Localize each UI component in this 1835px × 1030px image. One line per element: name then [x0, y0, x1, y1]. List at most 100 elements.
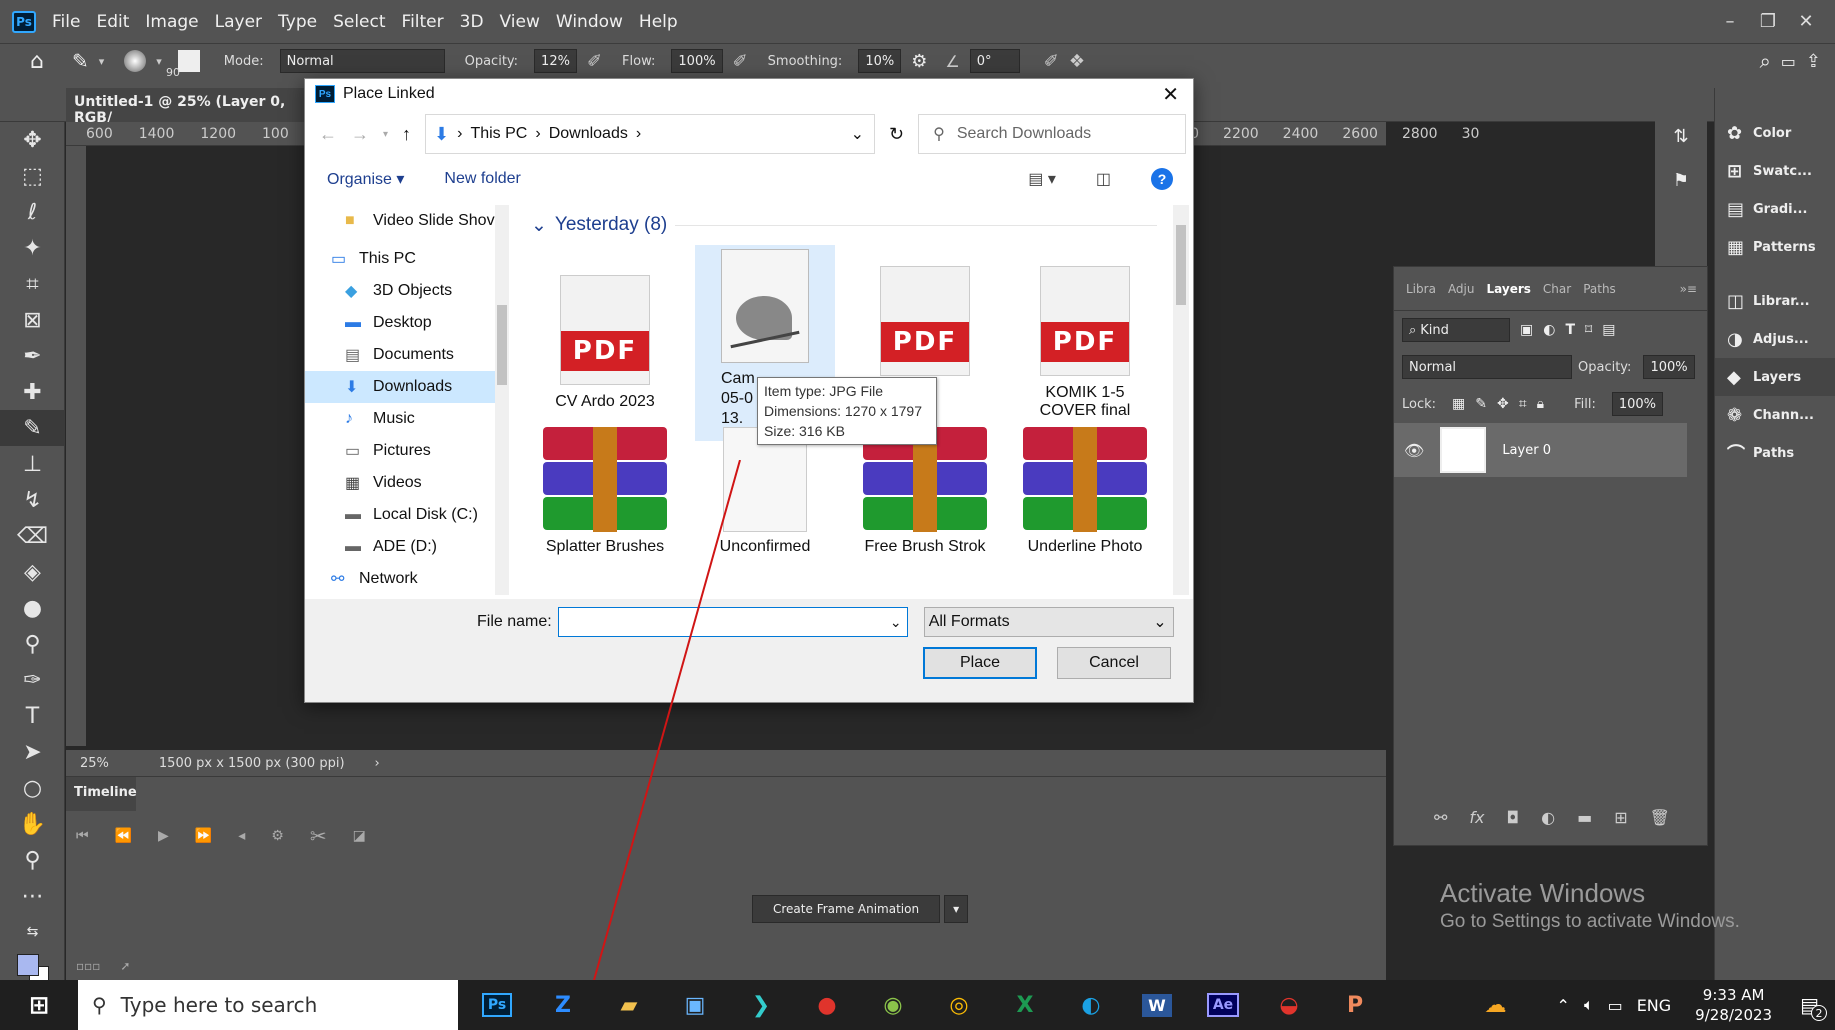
chevron-down-icon[interactable]: ⌄ [885, 614, 907, 631]
timeline-tab[interactable]: Timeline [66, 777, 137, 811]
group-header[interactable]: ⌄ Yesterday (8) [517, 205, 1167, 245]
clock-time[interactable]: 9:33 AM [1695, 985, 1772, 1005]
paint-bucket-icon[interactable]: ◈ [0, 554, 65, 590]
app-chat-icon[interactable]: ◒ [1266, 982, 1312, 1028]
tab-layers[interactable]: Layers [1487, 282, 1531, 296]
clock-date[interactable]: 9/28/2023 [1695, 1005, 1772, 1025]
forward-icon[interactable]: → [351, 124, 369, 145]
file-explorer-icon[interactable]: ▰ [606, 982, 652, 1028]
layer-name[interactable]: Layer 0 [1502, 443, 1551, 458]
type-tool-icon[interactable]: T [0, 698, 65, 734]
dock-gradients[interactable]: ▤ Gradi... [1715, 190, 1835, 228]
filter-type-icon[interactable]: T [1565, 322, 1575, 338]
layer-row[interactable]: 👁︎ Layer 0 [1394, 423, 1687, 477]
flow-input[interactable]: 100% [671, 49, 723, 73]
crop-tool-icon[interactable]: ⌗ [0, 266, 65, 302]
airbrush-icon[interactable]: ✐ [733, 51, 748, 72]
store-icon[interactable]: ▣ [672, 982, 718, 1028]
nav-item[interactable]: ▬ Local Disk (C:) [305, 499, 505, 531]
taskbar-search-input[interactable]: Type here to search [121, 993, 318, 1017]
blur-tool-icon[interactable]: ● [0, 590, 65, 626]
minimize-icon[interactable]: – [1711, 11, 1749, 32]
nav-item[interactable]: ⚯ Network [305, 563, 505, 595]
marquee-tool-icon[interactable]: ⬚ [0, 158, 65, 194]
pen-tool-icon[interactable]: ✑ [0, 662, 65, 698]
powerpoint-icon[interactable]: P [1332, 982, 1378, 1028]
frame-tool-icon[interactable]: ⊠ [0, 302, 65, 338]
new-folder-button[interactable]: New folder [444, 170, 520, 188]
restore-icon[interactable]: ❐ [1749, 11, 1787, 32]
play-icon[interactable]: ▶ [158, 828, 169, 844]
lasso-tool-icon[interactable]: ℓ [0, 194, 65, 230]
filter-shape-icon[interactable]: ⌑ [1585, 322, 1592, 338]
up-icon[interactable]: ↑ [402, 124, 411, 145]
gear-icon[interactable]: ⚙ [911, 51, 927, 72]
document-tab[interactable]: Untitled-1 @ 25% (Layer 0, RGB/ [66, 88, 316, 126]
dock-libraries[interactable]: ◫ Librar... [1715, 282, 1835, 320]
new-layer-icon[interactable]: ⊞ [1614, 808, 1627, 827]
after-effects-icon[interactable]: Ae [1200, 982, 1246, 1028]
dock-patterns[interactable]: ▦ Patterns [1715, 228, 1835, 266]
refresh-icon[interactable]: ↻ [889, 124, 904, 145]
search-box[interactable]: ⚲ Search Downloads [918, 114, 1187, 154]
app-green-icon[interactable]: ◉ [870, 982, 916, 1028]
magic-wand-icon[interactable]: ✦ [0, 230, 65, 266]
angle-input[interactable]: 0° [969, 49, 1020, 73]
zoom-level[interactable]: 25% [80, 756, 109, 771]
chevron-down-icon[interactable]: ▾ [944, 895, 969, 923]
word-icon[interactable]: W [1134, 982, 1180, 1028]
breadcrumb-downloads[interactable]: Downloads [549, 125, 628, 143]
folder-icon[interactable]: ▬ [1577, 808, 1592, 827]
volume-icon[interactable]: 🔈︎ [1584, 995, 1594, 1015]
share-icon[interactable]: ⇪ [1806, 51, 1821, 72]
symmetry-icon[interactable]: ❖ [1069, 51, 1085, 72]
brush-preset-icon[interactable] [124, 50, 147, 72]
frame-view-icon[interactable]: ▫▫▫ [76, 959, 100, 973]
language-indicator[interactable]: ENG [1637, 996, 1671, 1015]
tab-libraries[interactable]: Libra [1406, 282, 1436, 296]
chevron-down-icon[interactable]: ⌄ [851, 124, 864, 144]
brush-tool-icon[interactable]: ✎ [72, 49, 89, 73]
fx-icon[interactable]: fx [1469, 808, 1484, 827]
tab-paths[interactable]: Paths [1583, 282, 1616, 296]
panel-menu-icon[interactable]: »≡ [1680, 282, 1697, 296]
workspace-icon[interactable]: ▭ [1781, 52, 1796, 71]
app-red-icon[interactable]: ● [804, 982, 850, 1028]
lock-paint-icon[interactable]: ✎ [1475, 396, 1487, 412]
chevron-down-icon[interactable]: ▾ [99, 55, 105, 68]
organise-button[interactable]: Organise ▾ [327, 169, 404, 189]
pressure-opacity-icon[interactable]: ✐ [587, 51, 602, 72]
back-icon[interactable]: ← [319, 124, 337, 145]
menu-window[interactable]: Window [556, 12, 623, 32]
excel-icon[interactable]: X [1002, 982, 1048, 1028]
menu-view[interactable]: View [500, 12, 540, 32]
nav-item[interactable]: ◆ 3D Objects [305, 275, 505, 307]
network-icon[interactable]: ▭ [1608, 996, 1623, 1015]
hand-tool-icon[interactable]: ✋ [0, 806, 65, 842]
menu-filter[interactable]: Filter [402, 12, 444, 32]
lock-artboard-icon[interactable]: ⌗ [1519, 396, 1527, 412]
healing-brush-icon[interactable]: ✚ [0, 374, 65, 410]
dock-layers[interactable]: ◆ Layers [1715, 358, 1835, 396]
dock-channels[interactable]: ❁ Chann... [1715, 396, 1835, 434]
properties-icon[interactable]: ⚑ [1655, 158, 1707, 202]
preview-pane-icon[interactable]: ◫ [1096, 169, 1111, 189]
audio-icon[interactable]: ◂ [238, 828, 245, 844]
nav-item[interactable]: ▤ Documents [305, 339, 505, 371]
search-input[interactable]: Search Downloads [957, 125, 1091, 143]
swap-colors-icon[interactable]: ⇆ [0, 914, 65, 950]
tab-adjustments[interactable]: Adju [1448, 282, 1475, 296]
gear-icon[interactable]: ⚙ [271, 828, 284, 844]
nav-item[interactable]: ▬ ADE (D:) [305, 531, 505, 563]
dodge-tool-icon[interactable]: ⚲ [0, 626, 65, 662]
eraser-icon[interactable]: ⌫ [0, 518, 65, 554]
place-button[interactable]: Place [923, 647, 1037, 679]
search-icon[interactable]: ⌕ [1760, 49, 1771, 73]
dock-color[interactable]: ✿ Color [1715, 114, 1835, 152]
cancel-button[interactable]: Cancel [1057, 647, 1171, 679]
app-arrow-icon[interactable]: ❯ [738, 982, 784, 1028]
file-item[interactable]: Free Brush Strok [855, 427, 995, 556]
blend-mode-select[interactable]: Normal [1402, 355, 1572, 379]
history-brush-icon[interactable]: ↯ [0, 482, 65, 518]
convert-icon[interactable]: ➚ [120, 959, 130, 973]
